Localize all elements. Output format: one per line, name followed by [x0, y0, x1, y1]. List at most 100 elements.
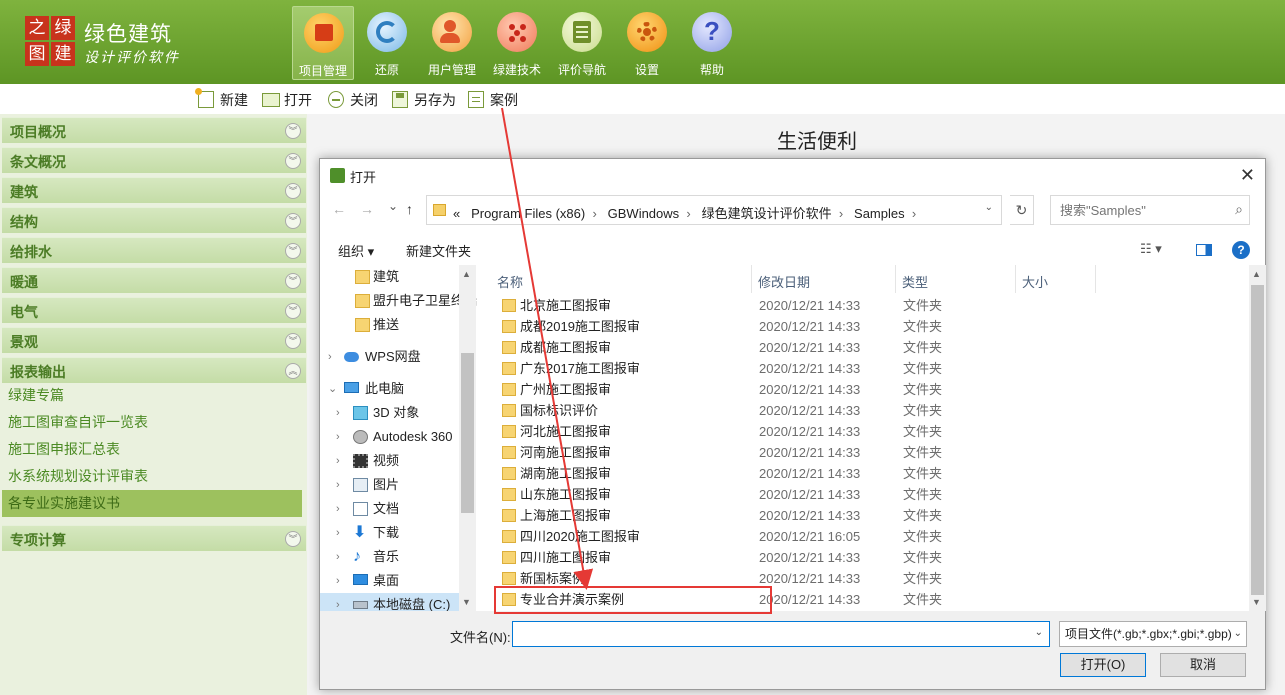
sidebar-item-green-building-chapter[interactable]: 绿建专篇: [2, 382, 302, 409]
sidebar-section-electrical[interactable]: 电气 ︾: [2, 297, 306, 323]
open-button[interactable]: 打开(O): [1060, 653, 1146, 677]
nav-item-videos[interactable]: › 视频: [320, 449, 460, 473]
chevron-right-icon[interactable]: ›: [336, 449, 340, 473]
nav-item-autodesk-360[interactable]: › Autodesk 360: [320, 425, 460, 449]
nav-item-pictures[interactable]: › 图片: [320, 473, 460, 497]
sidebar-section-structure[interactable]: 结构 ︾: [2, 207, 306, 233]
column-date[interactable]: 修改日期: [758, 272, 810, 291]
sidebar-item-implementation-suggestions[interactable]: 各专业实施建议书: [2, 490, 302, 517]
toolbar-restore[interactable]: 还原: [356, 6, 418, 80]
nav-item-3d-objects[interactable]: › 3D 对象: [320, 401, 460, 425]
organize-menu[interactable]: 组织 ▾: [338, 241, 374, 260]
file-row[interactable]: 成都施工图报审 2020/12/21 14:33 文件夹: [495, 337, 1247, 358]
sidebar-item-water-system-review[interactable]: 水系统规划设计评审表: [2, 463, 302, 490]
breadcrumb-item[interactable]: GBWindows: [608, 206, 680, 221]
cancel-button[interactable]: 取消: [1160, 653, 1246, 677]
column-type[interactable]: 类型: [902, 272, 928, 291]
sidebar-section-plumbing[interactable]: 给排水 ︾: [2, 237, 306, 263]
scroll-down-icon[interactable]: ▼: [1252, 597, 1261, 607]
view-options-icon[interactable]: ☷ ▾: [1140, 241, 1162, 257]
search-box[interactable]: ⌕: [1050, 195, 1250, 225]
file-type-select[interactable]: 项目文件(*.gb;*.gbx;*.gbi;*.gbp) ⌄: [1059, 621, 1247, 647]
sidebar-item-construction-review-list[interactable]: 施工图审查自评一览表: [2, 409, 302, 436]
column-name[interactable]: 名称: [497, 272, 523, 291]
case-button[interactable]: 案例: [468, 90, 524, 110]
sidebar-section-clause-overview[interactable]: 条文概况 ︾: [2, 147, 306, 173]
chevron-right-icon[interactable]: ›: [336, 473, 340, 497]
file-list-scrollbar[interactable]: ▲ ▼: [1249, 265, 1266, 611]
toolbar-evaluation-nav[interactable]: 评价导航: [551, 6, 613, 80]
help-icon[interactable]: ?: [1232, 241, 1250, 259]
file-row[interactable]: 湖南施工图报审 2020/12/21 14:33 文件夹: [495, 463, 1247, 484]
chevron-right-icon[interactable]: ›: [336, 425, 340, 449]
nav-item-wps-cloud[interactable]: › WPS网盘: [320, 345, 460, 369]
chevron-down-icon[interactable]: ⌄: [1035, 627, 1043, 638]
file-row[interactable]: 河北施工图报审 2020/12/21 14:33 文件夹: [495, 421, 1247, 442]
address-bar[interactable]: « Program Files (x86) › GBWindows › 绿色建筑…: [426, 195, 1002, 225]
column-size[interactable]: 大小: [1022, 272, 1048, 291]
file-row[interactable]: 河南施工图报审 2020/12/21 14:33 文件夹: [495, 442, 1247, 463]
toolbar-user-management[interactable]: 用户管理: [421, 6, 483, 80]
toolbar-settings[interactable]: 设置: [616, 6, 678, 80]
open-button[interactable]: 打开: [262, 90, 318, 110]
filename-input[interactable]: ⌄: [512, 621, 1050, 647]
nav-item-desktop[interactable]: › 桌面: [320, 569, 460, 593]
sidebar-section-report-output[interactable]: 报表输出 ︽: [2, 357, 306, 383]
chevron-right-icon[interactable]: ›: [336, 497, 340, 521]
breadcrumb-prefix[interactable]: «: [453, 206, 460, 221]
chevron-right-icon[interactable]: ›: [336, 545, 340, 569]
nav-item-architecture[interactable]: 建筑: [320, 265, 460, 289]
toolbar-help[interactable]: ? 帮助: [681, 6, 743, 80]
chevron-right-icon[interactable]: ›: [336, 521, 340, 545]
forward-arrow-icon[interactable]: →: [360, 201, 374, 217]
recent-dropdown-icon[interactable]: ⌄: [388, 199, 398, 213]
file-row[interactable]: 新国标案例 2020/12/21 14:33 文件夹: [495, 568, 1247, 589]
nav-item-mengsheng[interactable]: 盟升电子卫星终端: [320, 289, 477, 313]
nav-item-downloads[interactable]: › ⬇ 下载: [320, 521, 460, 545]
new-button[interactable]: 新建: [195, 88, 254, 110]
sidebar-section-special-calculation[interactable]: 专项计算 ︾: [2, 525, 306, 551]
chevron-down-icon[interactable]: ⌄: [985, 202, 993, 213]
chevron-down-icon[interactable]: ⌄: [328, 377, 337, 401]
new-folder-button[interactable]: 新建文件夹: [406, 241, 471, 260]
breadcrumb-item[interactable]: Samples: [854, 206, 905, 221]
refresh-icon[interactable]: ↻: [1010, 195, 1034, 225]
nav-item-music[interactable]: › ♪ 音乐: [320, 545, 460, 569]
file-row[interactable]: 上海施工图报审 2020/12/21 14:33 文件夹: [495, 505, 1247, 526]
scroll-up-icon[interactable]: ▲: [462, 269, 471, 279]
chevron-right-icon[interactable]: ›: [336, 593, 340, 611]
sidebar-section-hvac[interactable]: 暖通 ︾: [2, 267, 306, 293]
file-row[interactable]: 北京施工图报审 2020/12/21 14:33 文件夹: [495, 295, 1247, 316]
sidebar-item-construction-summary[interactable]: 施工图申报汇总表: [2, 436, 302, 463]
sidebar-section-project-overview[interactable]: 项目概况 ︾: [2, 117, 306, 143]
file-row[interactable]: 成都2019施工图报审 2020/12/21 14:33 文件夹: [495, 316, 1247, 337]
save-as-button[interactable]: 另存为: [392, 90, 462, 110]
close-button[interactable]: 关闭: [328, 90, 384, 110]
up-arrow-icon[interactable]: ↑: [406, 201, 413, 217]
chevron-right-icon[interactable]: ›: [336, 401, 340, 425]
nav-item-push[interactable]: 推送: [320, 313, 460, 337]
breadcrumb-item[interactable]: Program Files (x86): [471, 206, 585, 221]
scrollbar-thumb[interactable]: [1251, 285, 1264, 595]
file-row[interactable]: 广东2017施工图报审 2020/12/21 14:33 文件夹: [495, 358, 1247, 379]
scroll-down-icon[interactable]: ▼: [462, 597, 471, 607]
chevron-right-icon[interactable]: ›: [336, 569, 340, 593]
toolbar-project-management[interactable]: 项目管理: [292, 6, 354, 80]
sidebar-section-landscape[interactable]: 景观 ︾: [2, 327, 306, 353]
search-input[interactable]: [1052, 197, 1224, 223]
back-arrow-icon[interactable]: ←: [332, 201, 346, 217]
file-row[interactable]: 广州施工图报审 2020/12/21 14:33 文件夹: [495, 379, 1247, 400]
preview-pane-icon[interactable]: [1196, 244, 1212, 256]
nav-item-this-pc[interactable]: ⌄ 此电脑: [320, 377, 460, 401]
scrollbar-thumb[interactable]: [461, 353, 474, 513]
close-icon[interactable]: ✕: [1240, 165, 1255, 186]
nav-item-documents[interactable]: › 文档: [320, 497, 460, 521]
toolbar-green-tech[interactable]: 绿建技术: [486, 6, 548, 80]
file-row[interactable]: 四川施工图报审 2020/12/21 14:33 文件夹: [495, 547, 1247, 568]
nav-scrollbar[interactable]: ▲ ▼: [459, 265, 476, 611]
breadcrumb-item[interactable]: 绿色建筑设计评价软件: [702, 206, 832, 221]
file-row[interactable]: 专业合并演示案例 2020/12/21 14:33 文件夹: [495, 589, 1247, 610]
sidebar-section-architecture[interactable]: 建筑 ︾: [2, 177, 306, 203]
file-row[interactable]: 四川2020施工图报审 2020/12/21 16:05 文件夹: [495, 526, 1247, 547]
nav-item-local-disk-c[interactable]: › 本地磁盘 (C:): [320, 593, 460, 611]
